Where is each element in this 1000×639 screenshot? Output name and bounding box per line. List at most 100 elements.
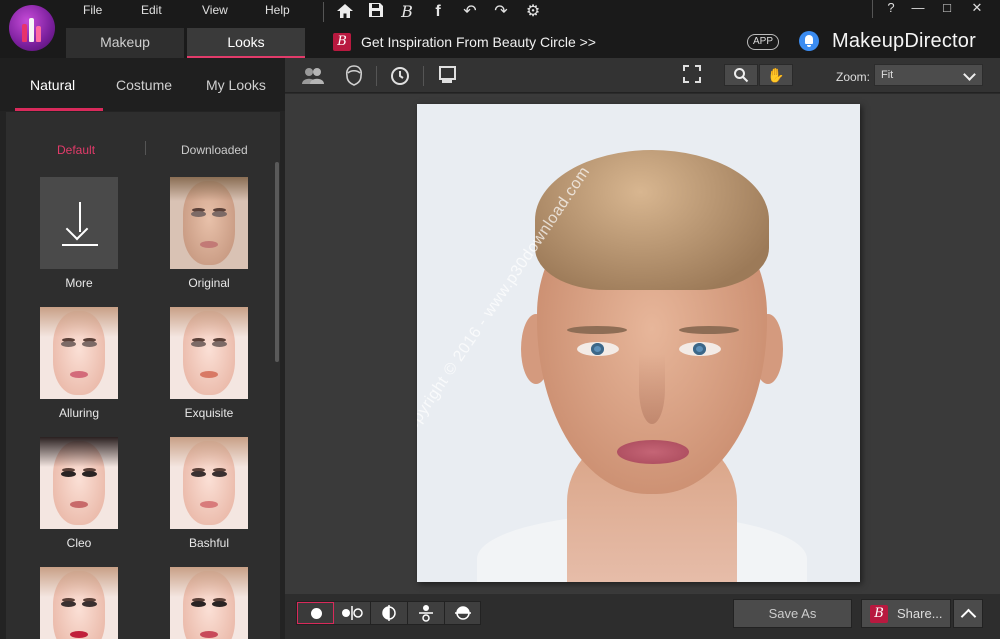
facebook-icon[interactable]: f bbox=[428, 2, 448, 22]
look-label: Original bbox=[188, 276, 230, 290]
minimize-button[interactable]: — bbox=[903, 0, 933, 18]
zoom-tool-button[interactable] bbox=[724, 64, 758, 86]
side-by-side-icon bbox=[342, 606, 363, 620]
male-face-image bbox=[170, 177, 248, 269]
save-icon[interactable] bbox=[366, 2, 386, 22]
tab-makeup[interactable]: Makeup bbox=[66, 28, 184, 58]
filter-downloaded[interactable]: Downloaded bbox=[181, 143, 248, 157]
active-tab-indicator bbox=[15, 108, 103, 111]
split-vertical-button[interactable] bbox=[371, 602, 408, 624]
divider bbox=[376, 66, 377, 86]
look-thumbnail-cleo[interactable] bbox=[40, 437, 118, 529]
looks-list: Default Downloaded More Original Allurin… bbox=[6, 112, 274, 639]
bottom-toolbar: Save As B Share... bbox=[285, 594, 1000, 639]
divider bbox=[145, 141, 146, 155]
tab-my-looks[interactable]: My Looks bbox=[206, 77, 266, 93]
zoom-dropdown[interactable]: Fit bbox=[874, 64, 983, 86]
female-face-image bbox=[40, 567, 118, 639]
photo-lips bbox=[617, 440, 689, 464]
settings-gear-icon[interactable]: ⚙ bbox=[523, 2, 543, 22]
maximize-button[interactable]: □ bbox=[932, 0, 962, 18]
download-arrow-icon bbox=[65, 217, 89, 241]
look-label: Exquisite bbox=[184, 406, 234, 420]
photo-hair bbox=[535, 150, 769, 290]
photo-eyebrow bbox=[567, 326, 627, 334]
title-bar: File Edit View Help B f ↶ ↷ ⚙ Makeup Loo… bbox=[0, 0, 1000, 58]
more-tile bbox=[40, 177, 118, 269]
fullscreen-icon[interactable] bbox=[681, 65, 703, 87]
zoom-label: Zoom: bbox=[836, 70, 871, 84]
looks-panel: Natural Costume My Looks Default Downloa… bbox=[0, 58, 285, 639]
tab-looks[interactable]: Looks bbox=[187, 28, 305, 58]
look-thumbnail-bashful[interactable] bbox=[170, 437, 248, 529]
female-face-image bbox=[170, 307, 248, 399]
tab-costume[interactable]: Costume bbox=[116, 77, 172, 93]
scrollbar-thumb[interactable] bbox=[275, 162, 279, 362]
portrait-photo[interactable]: Copyright © 2016 - www.p30download.com bbox=[417, 104, 860, 582]
split-vertical-icon bbox=[382, 605, 396, 621]
brand-title: MakeupDirector bbox=[832, 30, 976, 52]
share-button[interactable]: B Share... bbox=[861, 599, 951, 628]
history-icon[interactable] bbox=[389, 65, 411, 87]
top-bottom-button[interactable] bbox=[408, 602, 445, 624]
beauty-circle-link[interactable]: B Get Inspiration From Beauty Circle >> bbox=[333, 32, 596, 52]
look-thumbnail-exquisite[interactable] bbox=[170, 307, 248, 399]
beauty-circle-icon[interactable]: B bbox=[397, 2, 417, 22]
magnifier-icon bbox=[734, 68, 749, 83]
zoom-value: Fit bbox=[881, 69, 894, 81]
pan-tool-button[interactable]: ✋ bbox=[759, 64, 793, 86]
photo-canvas[interactable]: Copyright © 2016 - www.p30download.com bbox=[285, 94, 1000, 594]
look-thumbnail-more[interactable] bbox=[40, 177, 118, 269]
look-label: More bbox=[65, 276, 93, 290]
compare-faces-icon[interactable] bbox=[302, 65, 324, 87]
photo-nose bbox=[639, 354, 665, 424]
divider bbox=[323, 2, 324, 22]
lipstick-shape bbox=[22, 24, 27, 42]
female-face-image bbox=[40, 437, 118, 529]
top-bottom-icon bbox=[419, 605, 433, 622]
face-profile-icon[interactable] bbox=[343, 65, 365, 87]
menu-file[interactable]: File bbox=[83, 3, 102, 17]
app-button[interactable]: APP bbox=[747, 34, 780, 50]
lipstick-shape bbox=[36, 26, 41, 42]
single-view-button[interactable] bbox=[297, 602, 334, 624]
looks-scrollbar[interactable] bbox=[274, 112, 280, 639]
divider bbox=[872, 0, 873, 18]
crop-canvas-icon[interactable] bbox=[437, 65, 459, 87]
notification-bell-icon[interactable] bbox=[799, 31, 819, 51]
hand-icon: ✋ bbox=[767, 67, 785, 83]
undo-icon[interactable]: ↶ bbox=[460, 2, 480, 22]
beauty-circle-text: Get Inspiration From Beauty Circle >> bbox=[361, 34, 596, 50]
look-label: Alluring bbox=[58, 406, 100, 420]
look-label: Bashful bbox=[188, 536, 230, 550]
look-label: Cleo bbox=[66, 536, 92, 550]
menu-view[interactable]: View bbox=[202, 3, 228, 17]
view-mode-group bbox=[296, 601, 481, 625]
beauty-circle-badge-icon: B bbox=[870, 605, 888, 623]
look-thumbnail[interactable] bbox=[40, 567, 118, 639]
app-logo-icon bbox=[9, 5, 55, 51]
redo-icon[interactable]: ↷ bbox=[491, 2, 511, 22]
photo-eye bbox=[577, 342, 619, 356]
looks-category-tabs: Natural Costume My Looks bbox=[0, 58, 285, 111]
split-horizontal-button[interactable] bbox=[445, 602, 482, 624]
filter-default[interactable]: Default bbox=[57, 143, 95, 157]
beauty-circle-badge-icon: B bbox=[333, 33, 351, 51]
menu-edit[interactable]: Edit bbox=[141, 3, 162, 17]
save-as-button[interactable]: Save As bbox=[733, 599, 852, 628]
expand-up-button[interactable] bbox=[953, 599, 983, 628]
menu-help[interactable]: Help bbox=[265, 3, 290, 17]
look-thumbnail-original[interactable] bbox=[170, 177, 248, 269]
female-face-image bbox=[170, 567, 248, 639]
side-by-side-button[interactable] bbox=[334, 602, 371, 624]
female-face-image bbox=[40, 307, 118, 399]
close-button[interactable]: ✕ bbox=[962, 0, 992, 18]
tab-natural[interactable]: Natural bbox=[30, 77, 75, 93]
canvas-toolbar: ✋ Zoom: Fit bbox=[285, 58, 1000, 93]
single-view-icon bbox=[311, 608, 322, 619]
look-thumbnail-alluring[interactable] bbox=[40, 307, 118, 399]
home-icon[interactable] bbox=[335, 2, 355, 22]
look-thumbnail[interactable] bbox=[170, 567, 248, 639]
lipstick-shape bbox=[29, 18, 34, 42]
help-button[interactable]: ? bbox=[876, 0, 906, 18]
